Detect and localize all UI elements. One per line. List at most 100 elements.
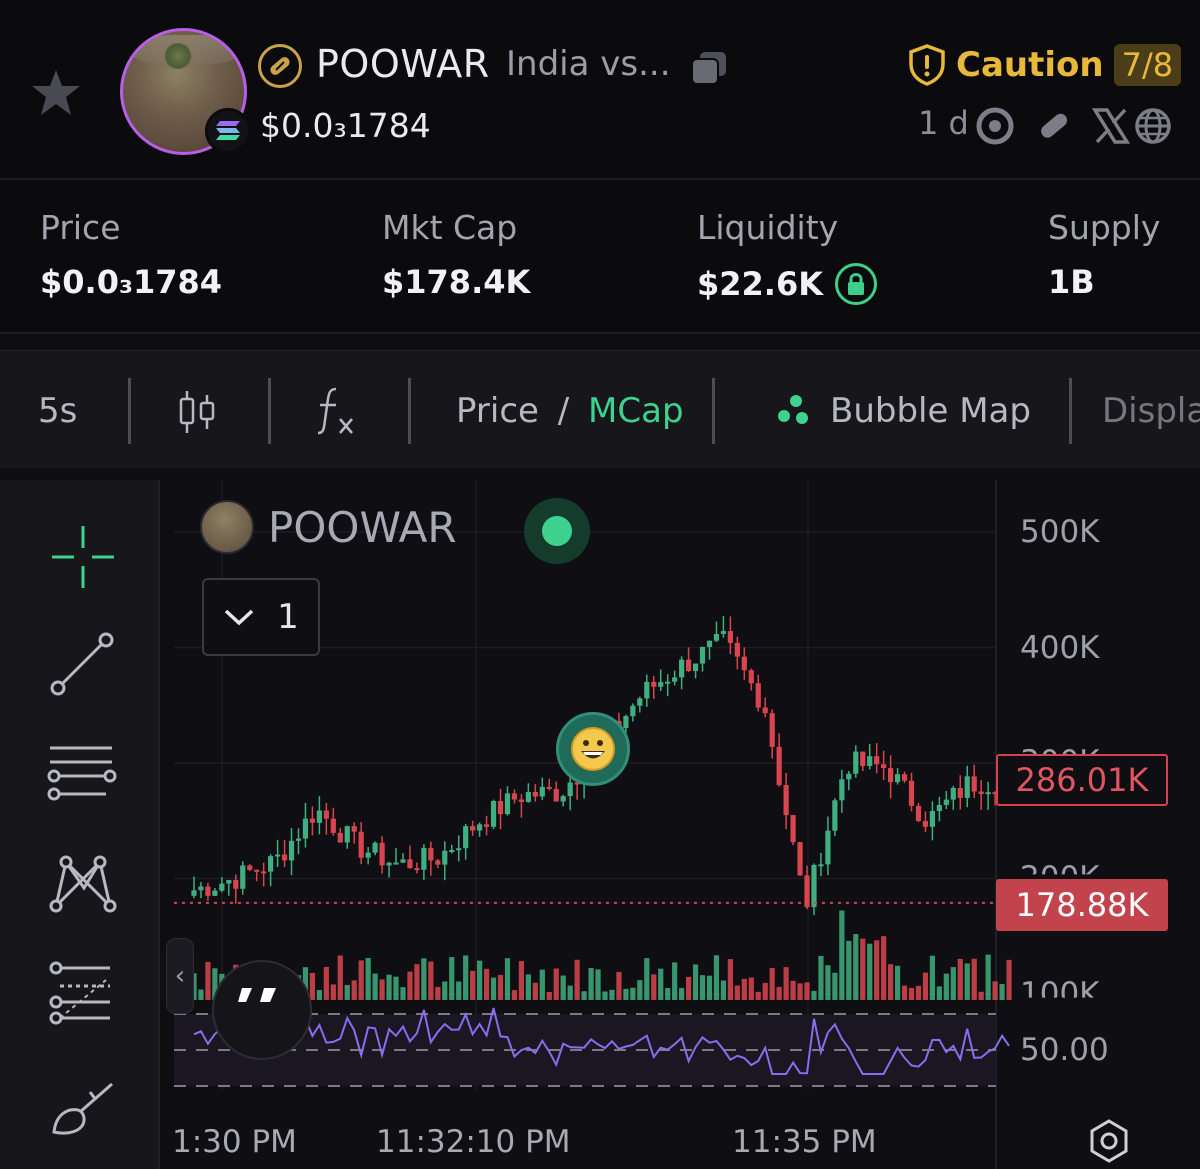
volume-bar: [567, 985, 573, 1000]
supply-value: 1B: [1048, 263, 1095, 301]
candle-body: [477, 824, 483, 831]
function-icon[interactable]: [314, 385, 356, 437]
bubble-map-label: Bubble Map: [830, 391, 1031, 431]
x-tick-label: 11:35 PM: [732, 1124, 877, 1160]
legend-token-name: POOWAR: [268, 502, 457, 552]
pattern-icon[interactable]: [46, 848, 120, 922]
candle-body: [957, 787, 963, 798]
copy-icon[interactable]: [690, 50, 728, 86]
candle-body: [198, 886, 204, 891]
volume-bar: [874, 940, 880, 1000]
bubble-icon: [778, 395, 808, 424]
volume-bar: [741, 978, 747, 1000]
volume-bar: [985, 954, 991, 1000]
volume-bar: [957, 958, 963, 1000]
globe-icon[interactable]: [1133, 106, 1173, 146]
candle-body: [191, 890, 197, 896]
volume-bar: [881, 936, 887, 1000]
price-toggle[interactable]: Price: [456, 391, 539, 431]
candle-body: [679, 659, 685, 678]
candle-body: [212, 890, 218, 896]
social-links: [975, 106, 1173, 146]
stat-price-label: Price: [40, 208, 121, 247]
volume-bar: [727, 959, 733, 1000]
candle-body: [247, 865, 253, 870]
candle-body: [901, 774, 908, 781]
token-header: POOWAR India vs... $0.0₃1784 Caution 7/8…: [0, 0, 1200, 180]
volume-bar: [762, 982, 768, 1000]
candle-body: [915, 805, 922, 822]
candle-body: [463, 826, 469, 849]
horizontal-lines-icon[interactable]: [46, 738, 120, 812]
indicator-toggle[interactable]: 1: [202, 578, 320, 656]
volume-bar: [776, 986, 782, 1000]
candle-body: [734, 642, 740, 657]
volume-bar: [867, 943, 873, 1000]
candle-body: [483, 824, 490, 827]
volume-bar: [414, 964, 420, 1000]
candle-body: [776, 746, 782, 786]
quote-icon[interactable]: [212, 960, 312, 1060]
candle-body: [860, 751, 866, 767]
interval-button[interactable]: 5s: [38, 391, 77, 431]
caution-badge[interactable]: Caution 7/8: [908, 44, 1182, 86]
candle-body: [706, 640, 713, 647]
volume-bar: [553, 968, 559, 1000]
volume-bar: [929, 955, 936, 1000]
mktcap-value: $178.4K: [382, 263, 531, 301]
candle-body: [525, 792, 531, 802]
fib-icon[interactable]: [46, 958, 120, 1032]
candle-body: [490, 801, 497, 827]
volume-bar: [609, 989, 615, 1000]
candle-body: [888, 768, 894, 783]
candle-body: [539, 786, 545, 797]
token-stats: Price $0.0₃1784 Mkt Cap $178.4K Liquidit…: [0, 182, 1200, 334]
smile-icon[interactable]: [556, 712, 630, 786]
volume-bar: [428, 961, 434, 1000]
candle-body: [630, 705, 636, 717]
volume-bar: [400, 987, 406, 1000]
lock-icon[interactable]: [835, 263, 878, 305]
price-mcap-toggle[interactable]: Price / MCap: [456, 391, 684, 431]
volume-bar: [818, 955, 824, 1000]
volume-bar: [358, 960, 364, 1000]
display-button[interactable]: Displa: [1102, 391, 1200, 431]
candle-body: [853, 751, 859, 774]
volume-bar: [581, 991, 587, 1000]
volume-bar: [658, 968, 664, 1000]
volume-bar: [748, 977, 754, 1000]
brush-icon[interactable]: [46, 1072, 120, 1146]
candle-body: [727, 631, 733, 643]
target-icon[interactable]: [975, 106, 1015, 146]
mcap-toggle[interactable]: MCap: [588, 391, 684, 431]
liquidity-value: $22.6K: [697, 265, 824, 303]
candle-body: [553, 788, 559, 802]
indicator-count: 1: [277, 597, 299, 637]
candle-body: [637, 698, 643, 706]
volume-bar: [665, 987, 671, 1000]
volume-bar: [602, 991, 608, 1000]
star-icon[interactable]: [30, 68, 82, 118]
candle-body: [421, 847, 427, 870]
candle-body: [323, 810, 329, 819]
candlestick-icon[interactable]: [178, 389, 216, 435]
settings-icon[interactable]: [1086, 1118, 1132, 1164]
pill-link-icon[interactable]: [1033, 106, 1073, 146]
y-tick-label: 400K: [1020, 630, 1100, 666]
candle-body: [755, 683, 761, 708]
volume-bar: [713, 955, 720, 1000]
volume-bar: [894, 965, 901, 1000]
trendline-icon[interactable]: [46, 628, 120, 702]
candle-body: [560, 796, 566, 802]
volume-bar: [435, 986, 441, 1000]
candle-body: [414, 868, 420, 871]
candle-body: [316, 810, 322, 823]
candle-body: [281, 854, 288, 861]
x-icon[interactable]: [1091, 106, 1131, 146]
volume-bar: [490, 977, 497, 1000]
bubble-map-button[interactable]: Bubble Map: [776, 391, 1031, 431]
crosshair-icon[interactable]: [46, 520, 120, 594]
candle-body: [219, 883, 225, 891]
collapse-toolbar-button[interactable]: ‹: [166, 938, 194, 1014]
candle-body: [449, 850, 455, 853]
